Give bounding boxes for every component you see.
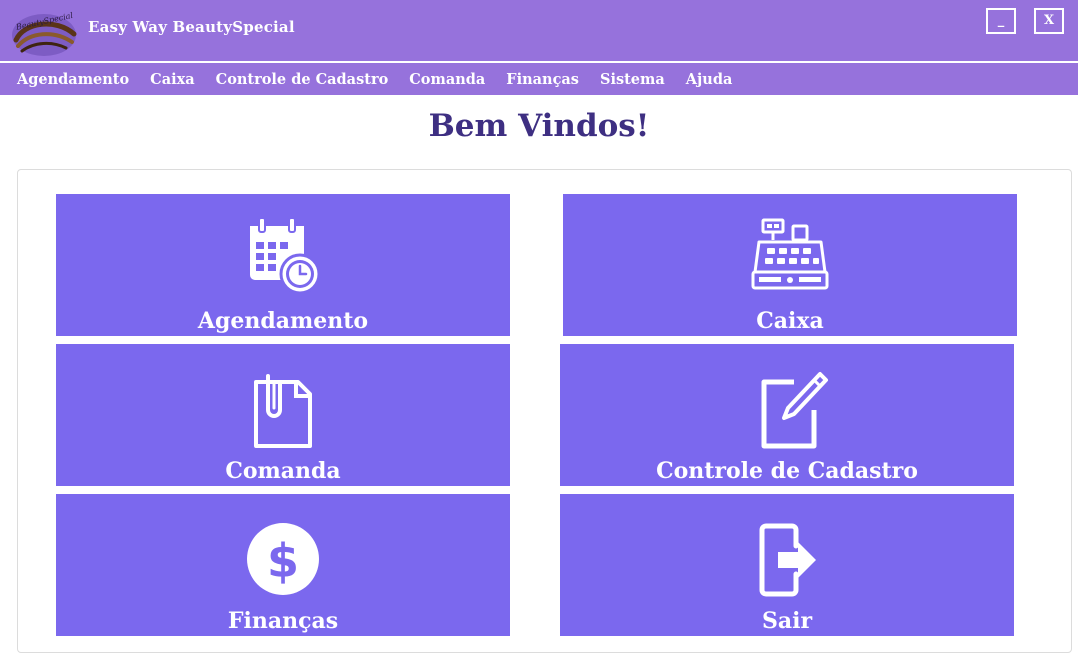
dollar-icon: $ [247,523,319,595]
tile-label: Finanças [227,608,339,634]
tile-financas[interactable]: $ Finanças [56,494,510,636]
menu-item-financas[interactable]: Finanças [506,71,579,88]
menu-bar: Agendamento Caixa Controle de Cadastro C… [0,63,1078,95]
exit-icon [759,523,816,597]
menu-item-caixa[interactable]: Caixa [150,71,194,88]
tile-label: Caixa [756,308,824,334]
app-logo: BeautySpecial [10,10,78,58]
tile-label: Controle de Cadastro [656,458,918,484]
title-bar: BeautySpecial Easy Way BeautySpecial _ X [0,0,1078,62]
document-clip-icon [254,374,312,448]
tile-agendamento[interactable]: Agendamento [56,194,510,336]
tile-caixa[interactable]: Caixa [563,194,1017,336]
tile-comanda[interactable]: Comanda [56,344,510,486]
window-title: Easy Way BeautySpecial [88,18,295,36]
edit-pen-icon [761,372,828,449]
menu-item-sistema[interactable]: Sistema [600,71,665,88]
menu-item-agendamento[interactable]: Agendamento [17,71,129,88]
close-button[interactable]: X [1034,8,1064,34]
calendar-clock-icon [250,217,321,295]
cash-register-icon [751,218,829,290]
minimize-button[interactable]: _ [986,8,1016,34]
menu-item-comanda[interactable]: Comanda [409,71,485,88]
menu-item-controle-de-cadastro[interactable]: Controle de Cadastro [216,71,389,88]
tile-label: Agendamento [197,308,369,334]
tile-controle-de-cadastro[interactable]: Controle de Cadastro [560,344,1014,486]
page-title: Bem Vindos! [428,108,650,144]
svg-text:$: $ [267,534,299,588]
tile-label: Comanda [225,458,341,484]
app-logo-icon: BeautySpecial [12,11,77,56]
tile-label: Sair [761,608,813,634]
tile-sair[interactable]: Sair [560,494,1014,636]
menu-item-ajuda[interactable]: Ajuda [686,71,733,88]
